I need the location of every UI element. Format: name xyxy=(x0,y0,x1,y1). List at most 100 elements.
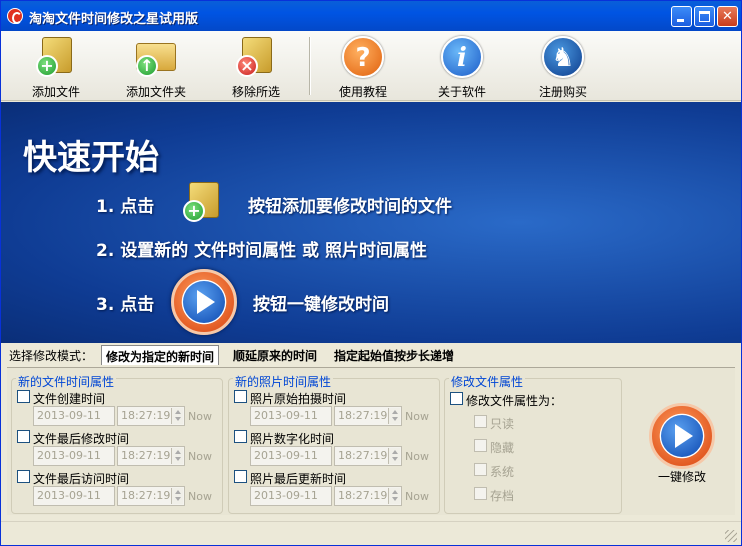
file-modified-label: 文件最后修改时间 xyxy=(33,432,130,446)
remove-selected-label: 移除所选 xyxy=(231,85,280,99)
toolbar-separator xyxy=(309,37,311,95)
toolbar: + 添加文件 ↑ 添加文件夹 × 移除所选 ? 使用教程 i 关于软件 ♞ 注册… xyxy=(1,31,741,101)
quick-start-banner: 快速开始 1. 点击 按钮添加要修改时间的文件 + 2. 设置新的 文件时间属性… xyxy=(1,102,741,343)
modify-attr-label: 修改文件属性为： xyxy=(466,394,563,408)
spinner-icon[interactable] xyxy=(388,408,400,424)
file-attr-group-title: 修改文件属性 xyxy=(449,373,526,390)
window-title: 淘淘文件时间修改之星试用版 xyxy=(29,12,199,27)
file-accessed-time-value: 18:27:19 xyxy=(121,489,171,502)
file-modified-now-button[interactable]: Now xyxy=(188,450,212,463)
readonly-label: 只读 xyxy=(490,417,515,431)
readonly-checkbox[interactable] xyxy=(474,415,487,428)
file-modified-date[interactable]: 2013-09-11 xyxy=(33,446,115,466)
remove-file-icon: × xyxy=(234,35,278,79)
one-click-modify-button[interactable] xyxy=(649,403,715,469)
photo-digitized-label: 照片数字化时间 xyxy=(250,432,335,446)
photo-updated-checkbox[interactable] xyxy=(234,470,247,483)
photo-original-checkbox[interactable] xyxy=(234,390,247,403)
play-icon xyxy=(171,269,237,335)
help-icon: ? xyxy=(341,35,385,79)
mode-label: 选择修改模式： xyxy=(9,349,94,363)
spinner-icon[interactable] xyxy=(171,448,183,464)
file-created-time-value: 18:27:19 xyxy=(121,409,171,422)
add-folder-label: 添加文件夹 xyxy=(125,85,186,99)
play-icon xyxy=(661,415,703,457)
maximize-button[interactable] xyxy=(694,6,715,27)
about-button[interactable]: i 关于软件 xyxy=(422,35,502,99)
add-folder-button[interactable]: ↑ 添加文件夹 xyxy=(116,35,196,99)
photo-updated-now-button[interactable]: Now xyxy=(405,490,429,503)
file-accessed-label: 文件最后访问时间 xyxy=(33,472,130,486)
file-created-date[interactable]: 2013-09-11 xyxy=(33,406,115,426)
tab-step-increment[interactable]: 指定起始值按步长递增 xyxy=(330,345,458,365)
resize-grip-icon[interactable] xyxy=(725,530,737,542)
mode-selector: 选择修改模式： 修改为指定的新时间 顺延原来的时间 指定起始值按步长递增 xyxy=(1,343,741,367)
photo-digitized-checkbox[interactable] xyxy=(234,430,247,443)
add-file-icon: + xyxy=(34,35,78,79)
tutorial-button[interactable]: ? 使用教程 xyxy=(323,35,403,99)
spinner-icon[interactable] xyxy=(171,408,183,424)
step-3-suffix: 按钮一键修改时间 xyxy=(253,295,389,315)
minimize-button[interactable] xyxy=(671,6,692,27)
step-2-text: 2. 设置新的 文件时间属性 或 照片时间属性 xyxy=(96,241,427,261)
maximize-icon xyxy=(699,11,710,22)
photo-original-date[interactable]: 2013-09-11 xyxy=(250,406,332,426)
archive-checkbox[interactable] xyxy=(474,487,487,500)
purchase-icon: ♞ xyxy=(541,35,585,79)
status-bar xyxy=(1,521,741,545)
remove-selected-button[interactable]: × 移除所选 xyxy=(216,35,296,99)
buy-button[interactable]: ♞ 注册购买 xyxy=(523,35,603,99)
photo-original-label: 照片原始拍摄时间 xyxy=(250,392,347,406)
modify-attr-checkbox[interactable] xyxy=(450,392,463,405)
file-accessed-checkbox[interactable] xyxy=(17,470,30,483)
file-modified-time-value: 18:27:19 xyxy=(121,449,171,462)
photo-updated-label: 照片最后更新时间 xyxy=(250,472,347,486)
title-bar[interactable]: 淘淘文件时间修改之星试用版 ✕ xyxy=(1,1,741,31)
photo-updated-time-value: 18:27:19 xyxy=(338,489,388,502)
file-created-time[interactable]: 18:27:19 xyxy=(117,406,185,426)
photo-updated-date[interactable]: 2013-09-11 xyxy=(250,486,332,506)
step-1-prefix: 1. 点击 xyxy=(96,197,155,217)
photo-digitized-now-button[interactable]: Now xyxy=(405,450,429,463)
photo-original-now-button[interactable]: Now xyxy=(405,410,429,423)
tab-new-time[interactable]: 修改为指定的新时间 xyxy=(101,345,220,365)
file-accessed-time[interactable]: 18:27:19 xyxy=(117,486,185,506)
about-label: 关于软件 xyxy=(437,85,486,99)
app-window: 淘淘文件时间修改之星试用版 ✕ + 添加文件 ↑ 添加文件夹 × 移除所选 ? … xyxy=(0,0,742,546)
system-label: 系统 xyxy=(490,465,515,479)
system-checkbox[interactable] xyxy=(474,463,487,476)
photo-updated-time[interactable]: 18:27:19 xyxy=(334,486,402,506)
hidden-checkbox[interactable] xyxy=(474,439,487,452)
add-file-label: 添加文件 xyxy=(31,85,80,99)
photo-digitized-date[interactable]: 2013-09-11 xyxy=(250,446,332,466)
photo-original-time-value: 18:27:19 xyxy=(338,409,388,422)
tab-shift-time[interactable]: 顺延原来的时间 xyxy=(229,345,321,365)
buy-label: 注册购买 xyxy=(538,85,587,99)
minimize-icon xyxy=(676,11,687,22)
file-accessed-date[interactable]: 2013-09-11 xyxy=(33,486,115,506)
archive-label: 存档 xyxy=(490,489,515,503)
step-3-prefix: 3. 点击 xyxy=(96,295,155,315)
file-time-group-title: 新的文件时间属性 xyxy=(16,373,117,390)
file-modified-time[interactable]: 18:27:19 xyxy=(117,446,185,466)
add-file-icon: + xyxy=(181,180,225,224)
close-icon: ✕ xyxy=(722,9,733,24)
file-created-label: 文件创建时间 xyxy=(33,392,106,406)
tutorial-label: 使用教程 xyxy=(338,85,387,99)
file-modified-checkbox[interactable] xyxy=(17,430,30,443)
add-file-button[interactable]: + 添加文件 xyxy=(16,35,96,99)
spinner-icon[interactable] xyxy=(171,488,183,504)
hidden-label: 隐藏 xyxy=(490,441,515,455)
close-button[interactable]: ✕ xyxy=(717,6,738,27)
app-logo-icon[interactable] xyxy=(7,8,23,24)
step-1-suffix: 按钮添加要修改时间的文件 xyxy=(248,197,452,217)
file-accessed-now-button[interactable]: Now xyxy=(188,490,212,503)
spinner-icon[interactable] xyxy=(388,488,400,504)
file-created-checkbox[interactable] xyxy=(17,390,30,403)
photo-digitized-time-value: 18:27:19 xyxy=(338,449,388,462)
spinner-icon[interactable] xyxy=(388,448,400,464)
file-created-now-button[interactable]: Now xyxy=(188,410,212,423)
photo-digitized-time[interactable]: 18:27:19 xyxy=(334,446,402,466)
photo-original-time[interactable]: 18:27:19 xyxy=(334,406,402,426)
one-click-modify-label[interactable]: 一键修改 xyxy=(647,468,717,485)
